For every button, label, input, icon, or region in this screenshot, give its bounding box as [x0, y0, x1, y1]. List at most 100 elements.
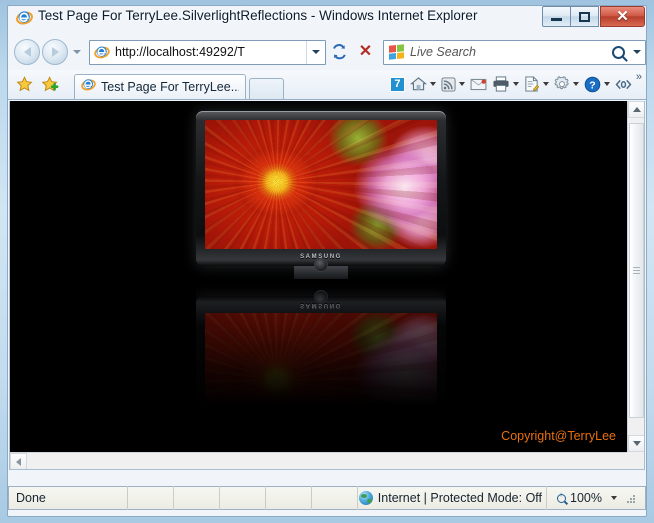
tools-button[interactable]: [554, 76, 579, 92]
flower-petal-shadows-mirrored: [205, 313, 437, 406]
chevron-down-icon: [633, 50, 641, 54]
tv-screen-mirrored: [205, 313, 437, 406]
maximize-icon: [579, 11, 590, 22]
forward-arrow-icon: [51, 47, 59, 57]
copyright-text: Copyright@TerryLee: [501, 429, 616, 443]
new-tab-button[interactable]: [249, 78, 284, 99]
triangle-left-icon: [16, 457, 21, 466]
forward-button[interactable]: [42, 39, 68, 65]
close-icon: ✕: [616, 8, 629, 25]
favorites-center-icon[interactable]: [16, 75, 33, 93]
address-bar-row: http://localhost:49292/T ✕ Live Search: [8, 36, 646, 68]
page-icon: [525, 76, 539, 92]
ie7-badge-button[interactable]: 7: [389, 76, 405, 92]
status-cell: [312, 486, 357, 510]
developer-button[interactable]: [615, 78, 632, 91]
feeds-button[interactable]: [441, 76, 465, 92]
title-bar: Test Page For TerryLee.SilverlightReflec…: [0, 0, 654, 34]
chevron-down-icon[interactable]: [512, 82, 519, 86]
browser-window: Test Page For TerryLee.SilverlightReflec…: [0, 0, 654, 523]
tv-reflection: SAMSUNG: [196, 281, 446, 406]
ie7-badge-icon: 7: [389, 76, 405, 92]
tools-gear-icon: [554, 76, 569, 90]
window-controls: ✕: [542, 6, 645, 27]
chevron-down-icon[interactable]: [458, 82, 465, 86]
status-bar: Done Internet | Protected Mode: Off 100%: [8, 486, 646, 510]
horizontal-scrollbar[interactable]: [10, 452, 627, 469]
zoom-magnifier-icon: [557, 492, 567, 503]
vertical-scrollbar[interactable]: [627, 101, 644, 452]
close-button[interactable]: ✕: [600, 6, 645, 27]
scroll-left-button[interactable]: [10, 453, 27, 469]
tv-bezel-mirrored: SAMSUNG: [196, 290, 446, 406]
svg-text:?: ?: [589, 79, 595, 91]
refresh-button[interactable]: [327, 40, 352, 65]
scroll-down-button[interactable]: [628, 435, 644, 452]
status-cell: [128, 486, 173, 510]
windows-logo-icon: [389, 44, 404, 60]
print-icon: [493, 76, 509, 92]
rss-feed-icon: [441, 76, 456, 92]
print-button[interactable]: [492, 76, 519, 92]
status-cell: [266, 486, 311, 510]
home-button[interactable]: [409, 76, 436, 92]
command-bar: Test Page For TerryLee.... 7 ? »: [8, 70, 646, 100]
triangle-up-icon: [632, 107, 641, 112]
command-bar-overflow[interactable]: »: [636, 71, 642, 83]
read-mail-button[interactable]: [470, 78, 487, 91]
triangle-down-icon: [632, 441, 641, 446]
status-text: Done: [16, 491, 46, 505]
chevron-down-icon[interactable]: [542, 82, 549, 86]
window-title: Test Page For TerryLee.SilverlightReflec…: [38, 8, 478, 23]
zoom-level-text: 100%: [570, 491, 602, 505]
address-dropdown-button[interactable]: [306, 40, 325, 64]
scroll-up-button[interactable]: [628, 101, 644, 118]
search-options-dropdown[interactable]: [629, 41, 645, 64]
scroll-thumb-grip: [633, 265, 640, 276]
address-ie-icon: [94, 44, 110, 60]
chevron-down-icon: [312, 50, 320, 54]
minimize-icon: [551, 18, 562, 21]
zoom-control[interactable]: 100%: [546, 486, 645, 510]
tv-reflection-image: SAMSUNG: [196, 281, 446, 406]
silverlight-content-area: SAMSUNG SAMSUNG Copyright@TerryLee: [10, 101, 628, 453]
stop-button[interactable]: ✕: [353, 40, 378, 65]
resize-grip[interactable]: [625, 493, 635, 503]
tab-ie-icon: [81, 77, 96, 97]
help-button[interactable]: ?: [584, 76, 610, 93]
address-url-text: http://localhost:49292/T: [115, 45, 245, 59]
tv-screen: [205, 120, 437, 249]
ie-icon: [16, 9, 33, 26]
command-bar-buttons: 7 ? »: [385, 69, 646, 99]
maximize-button[interactable]: [570, 6, 599, 27]
add-to-favorites-icon[interactable]: [41, 75, 59, 93]
search-icon[interactable]: [612, 45, 625, 59]
status-cell: [174, 486, 219, 510]
zoom-dropdown-icon[interactable]: [611, 496, 617, 500]
address-bar[interactable]: http://localhost:49292/T: [89, 39, 326, 65]
tab-test-page[interactable]: Test Page For TerryLee....: [74, 74, 246, 99]
security-zone[interactable]: Internet | Protected Mode: Off: [358, 491, 546, 505]
tv-display: SAMSUNG: [196, 111, 446, 281]
chevron-down-icon[interactable]: [572, 82, 579, 86]
page-viewport: SAMSUNG SAMSUNG Copyright@TerryLee: [9, 101, 645, 470]
mail-icon: [470, 78, 487, 90]
tab-strip: Test Page For TerryLee....: [74, 69, 284, 99]
internet-globe-icon: [358, 491, 373, 505]
page-menu-button[interactable]: [524, 76, 549, 92]
recent-pages-dropdown[interactable]: [73, 50, 81, 54]
favorites-group: [8, 69, 74, 99]
vertical-scroll-thumb[interactable]: [629, 123, 644, 418]
search-input[interactable]: Live Search: [410, 45, 612, 59]
security-zone-text: Internet | Protected Mode: Off: [377, 491, 543, 505]
scrollbar-corner: [627, 452, 644, 469]
chevron-down-icon[interactable]: [429, 82, 436, 86]
minimize-button[interactable]: [542, 6, 571, 27]
tv-bezel: SAMSUNG: [196, 111, 446, 272]
search-box[interactable]: Live Search: [383, 39, 646, 65]
back-button[interactable]: [14, 39, 40, 65]
chevron-down-icon[interactable]: [603, 82, 610, 86]
refresh-icon: [333, 44, 346, 60]
home-icon: [409, 77, 427, 91]
status-cell: [220, 486, 265, 510]
